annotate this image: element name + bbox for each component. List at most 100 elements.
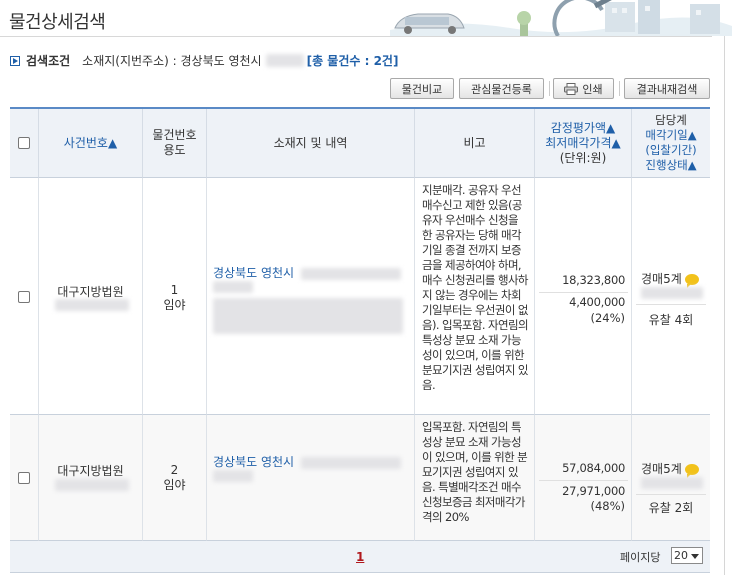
header-illustration	[390, 0, 732, 36]
row-checkbox[interactable]	[18, 472, 30, 484]
dept-link[interactable]: 경매5계	[641, 460, 699, 478]
item-cell: 2 임야	[143, 415, 207, 541]
item-usage: 임야	[163, 298, 186, 312]
header-case-no[interactable]: 사건번호 ▲	[39, 109, 143, 178]
schedule-cell: 경매5계 유찰 2회	[632, 415, 710, 541]
register-interest-button[interactable]: 관심물건등록	[459, 78, 544, 99]
schedule-divider	[636, 304, 706, 305]
redacted-address	[300, 456, 401, 469]
price-cell: 57,084,000 27,971,000 (48%)	[535, 415, 632, 541]
item-usage: 임야	[163, 478, 186, 492]
page-title: 물건상세검색	[9, 12, 106, 33]
status-text: 유찰 4회	[648, 313, 694, 327]
results-table: 사건번호 ▲ 물건번호 용도 소재지 및 내역 비고 감정평가액▲ 최저매각가격▲…	[10, 107, 710, 573]
item-number: 2	[170, 463, 179, 477]
speech-bubble-icon[interactable]	[684, 274, 699, 288]
schedule-divider	[636, 494, 706, 495]
schedule-cell: 경매5계 유찰 4회	[632, 178, 710, 415]
print-button[interactable]: 인쇄	[553, 78, 614, 99]
header-status: 진행상태	[645, 158, 688, 172]
sort-arrow-icon: ▲	[605, 120, 616, 135]
dept-link[interactable]: 경매5계	[641, 270, 699, 288]
dept-name: 경매5계	[641, 462, 682, 476]
location-cell: 경상북도 영천시	[207, 415, 415, 541]
item-number: 1	[170, 283, 179, 297]
redacted-detail	[213, 298, 403, 334]
redacted-address	[300, 267, 401, 280]
header-note: 비고	[415, 109, 535, 178]
case-cell: 대구지방법원	[39, 178, 143, 415]
per-page-value: 20	[674, 549, 688, 562]
header-item-no: 물건번호	[152, 128, 197, 142]
per-page-select[interactable]: 20	[671, 547, 703, 564]
redacted-address	[213, 281, 253, 293]
min-price-percent: (24%)	[590, 311, 625, 325]
printer-icon	[564, 82, 579, 95]
header-usage: 용도	[163, 143, 186, 157]
price-cell: 18,323,800 4,400,000 (24%)	[535, 178, 632, 415]
header-appraisal: 감정평가액	[550, 120, 606, 135]
min-price-value: 4,400,000	[569, 295, 625, 309]
search-condition-bar: 검색조건 소재지(지번주소) : 경상북도 영천시 [총 물건수 : 2건]	[10, 52, 398, 69]
row-checkbox[interactable]	[18, 291, 30, 303]
print-button-label: 인쇄	[582, 82, 603, 96]
toolbar-separator	[619, 81, 620, 96]
dept-name: 경매5계	[641, 272, 682, 286]
redacted-address	[213, 470, 253, 482]
table-row	[10, 178, 39, 415]
note-cell: 입목포함. 자연림의 특성상 분묘 소재 가능성이 있으며, 이를 위한 분묘기…	[415, 415, 535, 541]
price-divider	[539, 292, 628, 293]
select-all-checkbox[interactable]	[18, 137, 30, 149]
title-divider	[0, 36, 712, 37]
appraisal-value: 57,084,000	[562, 461, 625, 475]
court-name: 대구지방법원	[57, 285, 124, 299]
location-cell: 경상북도 영천시	[207, 178, 415, 415]
header-case-no-label: 사건번호	[63, 135, 108, 150]
redacted-sale-date	[641, 287, 703, 299]
search-in-results-button[interactable]: 결과내재검색	[624, 78, 710, 99]
status-text: 유찰 2회	[648, 501, 694, 515]
sort-arrow-icon: ▲	[611, 135, 621, 150]
search-condition-label: 검색조건	[26, 54, 71, 68]
header-unit: (단위:원)	[559, 150, 607, 165]
redacted-case-number[interactable]	[55, 299, 129, 311]
address-text: 경상북도 영천시	[213, 266, 295, 280]
note-text: 입목포함. 자연림의 특성상 분묘 소재 가능성이 있으며, 이를 위한 분묘기…	[422, 420, 528, 524]
table-row	[10, 415, 39, 541]
speech-bubble-icon[interactable]	[684, 464, 699, 478]
page-edge	[724, 36, 732, 575]
sort-arrow-icon: ▲	[107, 135, 118, 150]
header-period: (입찰기간)	[645, 143, 697, 157]
header-dept: 담당계	[655, 113, 687, 127]
court-name: 대구지방법원	[57, 464, 124, 478]
header-sale-date: 매각기일	[645, 128, 688, 142]
address-link[interactable]: 경상북도 영천시	[213, 453, 401, 470]
arrow-right-icon	[10, 55, 20, 66]
per-page-label: 페이지당	[620, 551, 661, 564]
redacted-text	[265, 54, 304, 67]
address-text: 경상북도 영천시	[213, 455, 295, 469]
pagination-bar: 1 페이지당 20	[10, 541, 710, 573]
compare-button[interactable]: 물건비교	[390, 78, 454, 99]
min-price-value: 27,971,000	[562, 484, 625, 498]
page-link-current[interactable]: 1	[356, 550, 364, 564]
header-schedule[interactable]: 담당계 매각기일▲ (입찰기간) 진행상태▲	[632, 109, 710, 178]
note-cell: 지분매각. 공유자 우선매수신고 제한 있음(공유자 우선매수 신청을 한 공유…	[415, 178, 535, 415]
header-price[interactable]: 감정평가액▲ 최저매각가격▲ (단위:원)	[535, 109, 632, 178]
search-condition-location: 소재지(지번주소) : 경상북도 영천시	[82, 54, 262, 68]
appraisal-value: 18,323,800	[562, 273, 625, 287]
sort-arrow-icon: ▲	[687, 128, 697, 142]
header-min-price: 최저매각가격	[545, 135, 612, 150]
redacted-sale-date	[641, 477, 703, 489]
sort-arrow-icon: ▲	[687, 158, 697, 172]
address-link[interactable]: 경상북도 영천시	[213, 264, 401, 281]
header-item-usage: 물건번호 용도	[143, 109, 207, 178]
redacted-case-number[interactable]	[55, 479, 129, 491]
case-cell: 대구지방법원	[39, 415, 143, 541]
min-price-percent: (48%)	[590, 499, 625, 513]
total-count: [총 물건수 : 2건]	[306, 54, 399, 68]
note-text: 지분매각. 공유자 우선매수신고 제한 있음(공유자 우선매수 신청을 한 공유…	[422, 183, 529, 392]
header-location: 소재지 및 내역	[207, 109, 415, 178]
toolbar-separator	[549, 81, 550, 96]
item-cell: 1 임야	[143, 178, 207, 415]
